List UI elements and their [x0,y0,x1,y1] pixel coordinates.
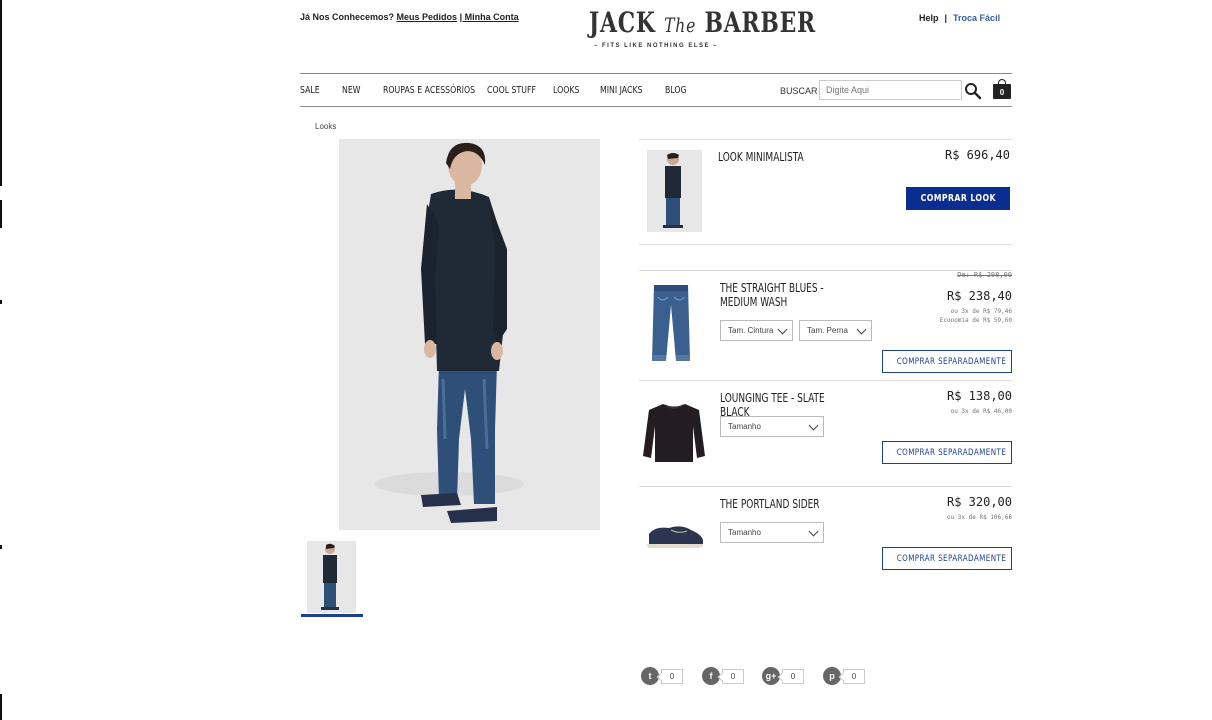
my-account-link[interactable]: | Minha Conta [460,12,519,22]
topbar-left: Já Nos Conhecemos? Meus Pedidos | Minha … [300,12,519,22]
share-count: 0 [782,669,804,684]
boat-shoe-icon [647,526,703,548]
tee-product-image[interactable] [641,400,707,466]
nav-item-mini-jacks[interactable]: MINI JACKS [600,85,643,96]
help-link[interactable]: Help [919,13,939,23]
nav-item-looks[interactable]: LOOKS [553,85,579,96]
product-price: R$ 138,00 [946,389,1012,403]
divider [639,270,1012,271]
cart-icon[interactable]: 0 [993,79,1011,99]
buy-separately-button[interactable]: COMPRAR SEPARADAMENTE [882,350,1012,373]
look-price: R$ 696,40 [944,148,1010,162]
chevron-down-icon [856,324,867,335]
size-select[interactable]: Tamanho [720,522,824,543]
divider [639,486,1012,487]
product-title[interactable]: LOUNGING TEE - SLATE BLACK [720,391,920,419]
look-model-image [663,153,683,228]
shoe-product-image[interactable] [645,520,705,552]
look-summary-image [647,150,702,232]
breadcrumb[interactable]: Looks [315,122,336,131]
divider [639,244,1012,245]
logo-wordmark: JACK The BARBER [588,6,816,39]
search-label: BUSCAR [780,86,818,96]
product-title[interactable]: THE STRAIGHT BLUES - MEDIUM WASH [720,281,920,309]
product-price: R$ 238,40 [946,289,1012,303]
share-count: 0 [843,669,865,684]
nav-item-cool-stuff[interactable]: COOL STUFF [487,85,536,96]
logo-tagline: – FITS LIKE NOTHING ELSE – [593,43,718,49]
nav-item-blog[interactable]: BLOG [665,85,687,96]
nav-item-sale[interactable]: SALE [300,85,320,96]
divider [639,380,1012,381]
jeans-product-image[interactable] [648,283,694,363]
product-price: R$ 320,00 [946,495,1012,509]
look-main-photo[interactable] [339,139,600,530]
divider [639,139,1012,140]
share-count: 0 [661,669,683,684]
waist-size-select[interactable]: Tam. Cintura [720,320,793,341]
model-thumbnail-image [321,543,339,610]
buy-separately-button[interactable]: COMPRAR SEPARADAMENTE [882,441,1012,464]
chevron-down-icon [808,526,819,537]
installments-text: ou 3x de R$ 106,66 [946,514,1012,521]
chevron-down-icon [777,324,788,335]
search-icon[interactable] [964,82,982,100]
installments-text: ou 3x de R$ 79,46 [950,308,1012,315]
look-title: LOOK MINIMALISTA [718,150,804,164]
nav-item-new[interactable]: NEW [342,85,360,96]
leg-size-select[interactable]: Tam. Perna [799,320,872,341]
buy-separately-button[interactable]: COMPRAR SEPARADAMENTE [882,547,1012,570]
welcome-text: Já Nos Conhecemos? [300,12,395,22]
model-figure-image [374,142,524,523]
share-count: 0 [722,669,744,684]
jeans-icon [652,285,690,361]
thumbnail-active-indicator [301,614,363,617]
old-price: De: R$ 298,00 [957,271,1012,279]
easy-exchange-link[interactable]: Troca Fácil [953,13,1000,23]
my-orders-link[interactable]: Meus Pedidos [397,12,458,22]
savings-text: Economia de R$ 59,60 [939,317,1012,324]
product-title[interactable]: THE PORTLAND SIDER [720,497,920,511]
search-input[interactable] [819,80,962,100]
chevron-down-icon [808,420,819,431]
logo[interactable]: JACK The BARBER – FITS LIKE NOTHING ELSE… [570,6,816,49]
look-thumbnail[interactable] [307,541,356,613]
tshirt-icon [643,404,705,462]
main-nav: SALE NEW ROUPAS E ACESSÓRIOS COOL STUFF … [300,73,1012,107]
installments-text: ou 3x de R$ 46,00 [950,408,1012,415]
cart-count: 0 [999,88,1005,97]
left-edge [0,0,2,720]
topbar-separator: | [944,13,948,23]
buy-look-button[interactable]: COMPRAR LOOK [906,187,1010,210]
nav-item-clothing[interactable]: ROUPAS E ACESSÓRIOS [383,85,475,96]
size-select[interactable]: Tamanho [720,416,824,437]
topbar-right: Help | Troca Fácil [919,13,1000,23]
